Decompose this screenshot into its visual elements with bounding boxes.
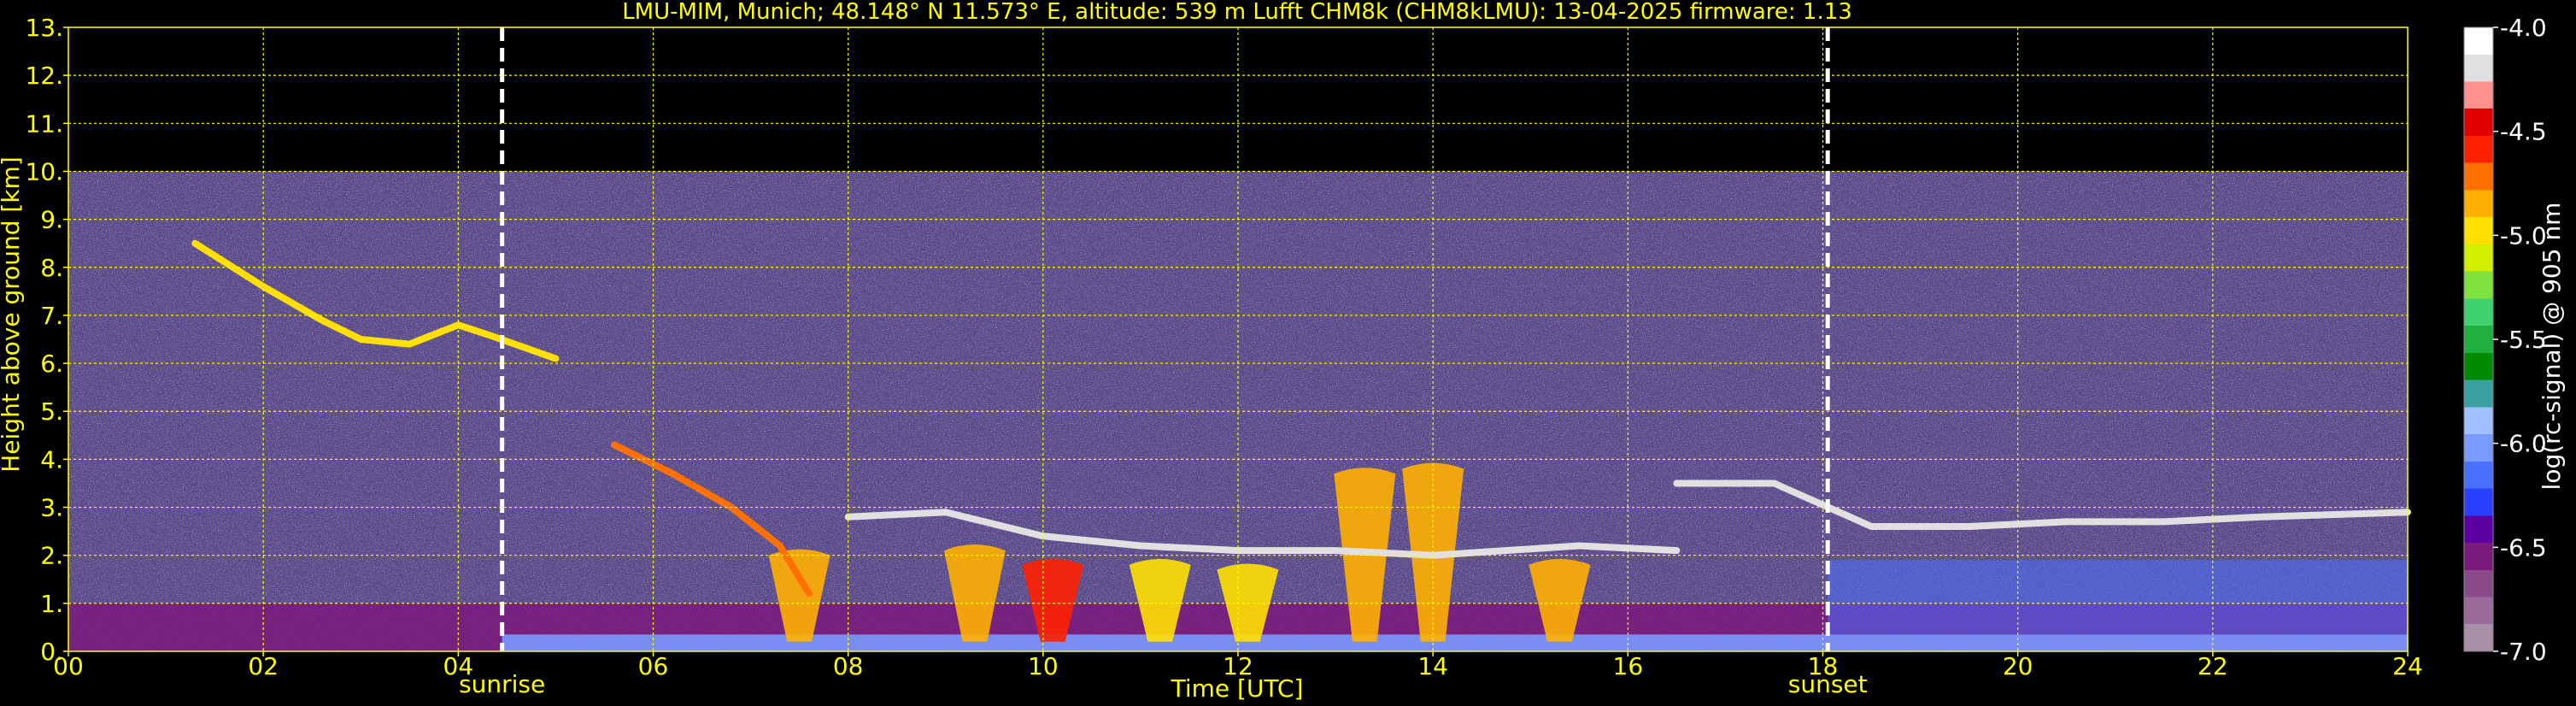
x-tick-label: 24 xyxy=(2392,652,2423,680)
colorbar-tick-label: -4.5 xyxy=(2500,118,2547,146)
ceilometer-chart: LMU-MIM, Munich; 48.148° N 11.573° E, al… xyxy=(0,0,2566,703)
y-tick-label: 5. xyxy=(40,397,63,426)
y-tick-label: 9. xyxy=(40,206,63,234)
y-tick-label: 8. xyxy=(40,254,63,282)
x-axis-label: Time [UTC] xyxy=(1171,674,1304,703)
evening-residual-layer xyxy=(1828,560,2408,635)
x-tick-label: 00 xyxy=(53,652,84,680)
colorbar-tick-label: -6.5 xyxy=(2500,533,2547,562)
x-tick-label: 02 xyxy=(248,652,279,680)
y-tick-label: 7. xyxy=(40,302,63,330)
x-tick-label: 18 xyxy=(1808,652,1839,680)
x-tick-label: 22 xyxy=(2198,652,2228,680)
x-tick-label: 14 xyxy=(1417,652,1448,680)
colorbar-label: log(rc-signal) @ 905 nm xyxy=(2538,203,2566,491)
x-tick-label: 08 xyxy=(833,652,864,680)
y-tick-label: 4. xyxy=(40,445,63,474)
colorbar: -4.0-4.5-5.0-5.5-6.0-6.5-7.0 xyxy=(2463,14,2547,666)
x-tick-label: 20 xyxy=(2003,652,2033,680)
x-tick-label: 04 xyxy=(443,652,474,680)
y-axis: 0.1.2.3.4.5.6.7.8.9.10.11.12.13. xyxy=(25,14,68,666)
colorbar-strip xyxy=(2463,26,2494,652)
x-tick-label: 06 xyxy=(638,652,669,680)
y-tick-label: 3. xyxy=(40,494,63,522)
y-tick-label: 1. xyxy=(40,590,63,618)
y-tick-label: 13. xyxy=(25,14,63,42)
chart-title: LMU-MIM, Munich; 48.148° N 11.573° E, al… xyxy=(622,0,1852,25)
colorbar-tick-label: -7.0 xyxy=(2500,638,2547,666)
y-tick-label: 2. xyxy=(40,542,63,570)
y-tick-label: 11. xyxy=(25,109,63,138)
y-tick-label: 10. xyxy=(25,157,63,185)
colorbar-tick-label: -4.0 xyxy=(2500,14,2547,42)
x-tick-label: 16 xyxy=(1613,652,1644,680)
y-tick-label: 12. xyxy=(25,62,63,90)
y-axis-label: Height above ground [km] xyxy=(0,156,25,473)
x-tick-label: 10 xyxy=(1028,652,1059,680)
plot-area: sunrise sunset xyxy=(67,26,2411,698)
y-tick-label: 6. xyxy=(40,350,63,378)
